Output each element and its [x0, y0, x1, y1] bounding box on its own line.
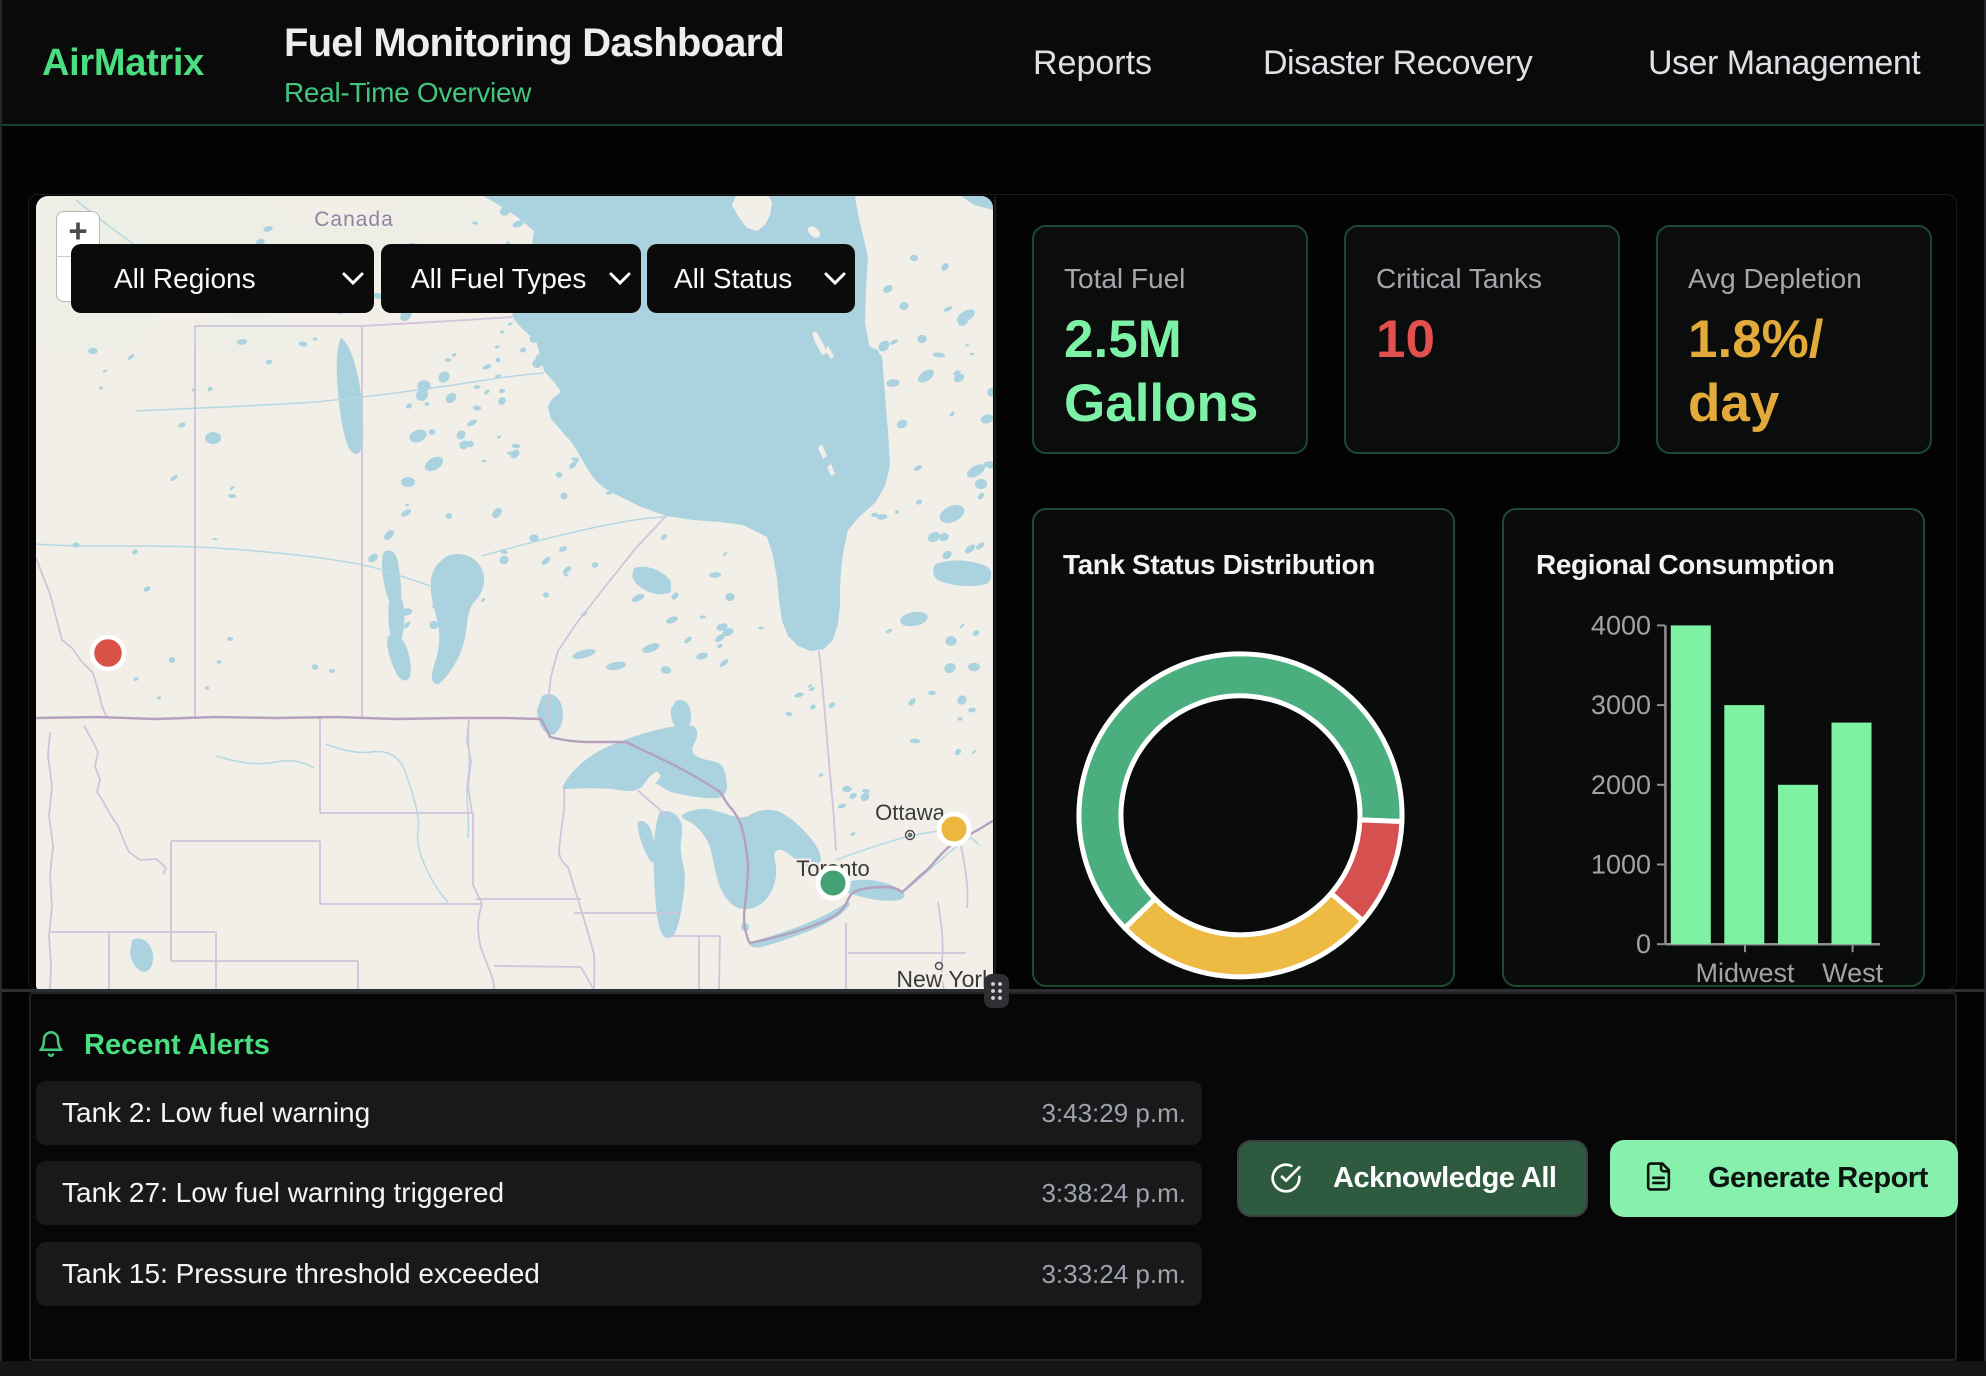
svg-text:0: 0 [1636, 929, 1651, 959]
svg-text:2000: 2000 [1591, 770, 1651, 800]
svg-text:Ottawa: Ottawa [875, 800, 945, 825]
svg-text:West: West [1822, 958, 1884, 988]
svg-text:4000: 4000 [1591, 610, 1651, 640]
svg-text:Canada: Canada [314, 208, 394, 231]
svg-text:3000: 3000 [1591, 690, 1651, 720]
svg-text:Midwest: Midwest [1695, 958, 1795, 988]
svg-text:1000: 1000 [1591, 850, 1651, 880]
svg-text:New York: New York [896, 966, 993, 990]
